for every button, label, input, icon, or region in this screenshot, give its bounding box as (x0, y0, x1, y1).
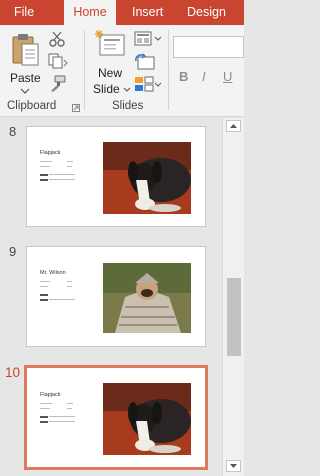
slides-group-label: Slides (112, 100, 144, 112)
ribbon: Paste Clipboard New Slide Slides B I U (0, 25, 244, 117)
tab-home[interactable]: Home (64, 0, 116, 25)
layout-icon[interactable] (134, 31, 162, 47)
thumbnail-title: Mr. Wilson (40, 270, 66, 276)
paste-button[interactable]: Paste (8, 30, 42, 104)
underline-button[interactable]: U (223, 69, 232, 84)
copy-icon[interactable] (47, 53, 69, 69)
paste-icon (12, 34, 39, 66)
pug-photo (103, 263, 191, 333)
chevron-down-icon (123, 87, 131, 92)
clipboard-group-label: Clipboard (7, 100, 57, 112)
tab-design[interactable]: Design (187, 0, 226, 25)
scroll-up-arrow-icon[interactable] (226, 120, 241, 132)
chevron-down-icon (20, 88, 30, 94)
italic-button[interactable]: I (202, 69, 206, 84)
reset-slide-icon[interactable] (134, 53, 156, 71)
section-icon[interactable] (134, 75, 162, 93)
slide-thumbnail-pane: 8 Flapjack 9 Mr. Wilson 10 Flapjack (0, 118, 222, 476)
tab-file[interactable]: File (14, 0, 34, 25)
ribbon-tab-bar: File Home Insert Design (0, 0, 244, 25)
thumbnail-title: Flapjack (40, 150, 61, 156)
scroll-thumb[interactable] (227, 278, 241, 356)
thumbnail-scrollbar[interactable] (222, 118, 244, 476)
slide-thumbnail-8[interactable]: Flapjack (26, 126, 206, 227)
dog-photo (103, 383, 191, 455)
group-separator (84, 30, 85, 110)
new-slide-button[interactable]: New Slide (90, 28, 131, 98)
paste-label: Paste (10, 71, 41, 85)
format-painter-icon[interactable] (49, 75, 67, 93)
new-slide-label: New (98, 66, 123, 80)
scroll-down-arrow-icon[interactable] (226, 460, 241, 472)
new-slide-label-line2: Slide (93, 82, 120, 96)
group-separator (168, 30, 169, 110)
slide-thumbnail-9[interactable]: Mr. Wilson (26, 246, 206, 347)
slide-number: 10 (5, 365, 21, 380)
font-name-box[interactable] (173, 36, 244, 58)
thumbnail-title: Flapjack (40, 392, 61, 398)
cut-icon[interactable] (48, 31, 66, 47)
slide-thumbnail-10[interactable]: Flapjack (24, 365, 208, 470)
tab-insert[interactable]: Insert (132, 0, 163, 25)
dialog-launcher-icon[interactable] (72, 104, 80, 112)
new-slide-icon (95, 30, 125, 56)
slide-number: 9 (9, 244, 17, 259)
slide-number: 8 (9, 124, 17, 139)
bold-button[interactable]: B (179, 69, 188, 84)
dog-photo (103, 142, 191, 214)
